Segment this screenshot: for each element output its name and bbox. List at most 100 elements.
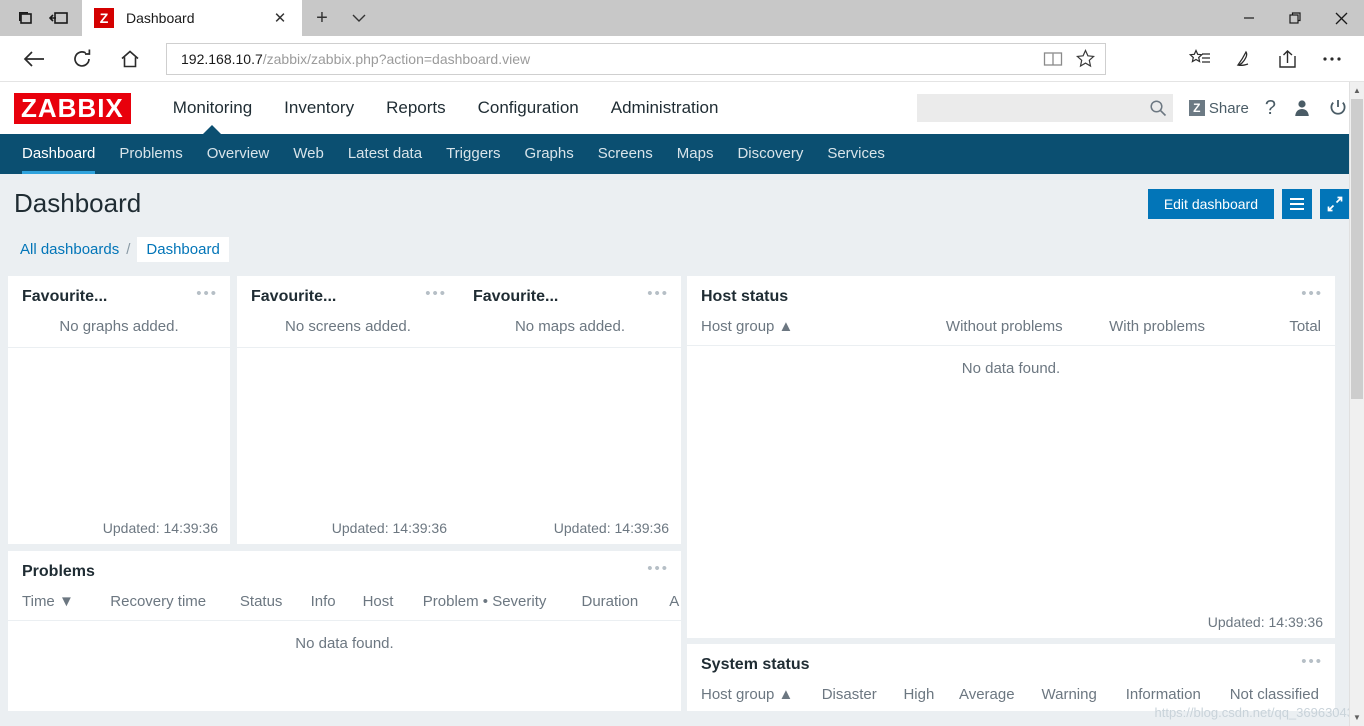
scroll-up-icon[interactable]: ▲ — [1350, 82, 1364, 99]
maximize-button[interactable] — [1272, 0, 1318, 36]
star-icon[interactable] — [1069, 44, 1101, 74]
subnav-web[interactable]: Web — [281, 134, 336, 174]
subnav-maps[interactable]: Maps — [665, 134, 726, 174]
url-path: /zabbix/zabbix.php?action=dashboard.view — [262, 50, 531, 67]
column-duration[interactable]: Duration — [564, 591, 652, 621]
refresh-icon[interactable] — [58, 39, 106, 79]
widget-empty-message: No maps added. — [514, 318, 626, 335]
reading-view-icon[interactable] — [1037, 44, 1069, 74]
subnav-triggers[interactable]: Triggers — [434, 134, 512, 174]
browser-window: Z Dashboard ✕ + 192.168.10.7/zabbix/zabb… — [0, 0, 1364, 726]
power-icon[interactable] — [1328, 98, 1348, 118]
help-icon[interactable]: ? — [1265, 97, 1276, 120]
main-nav-inventory[interactable]: Inventory — [268, 82, 370, 134]
main-nav-reports[interactable]: Reports — [370, 82, 462, 134]
column-host-group[interactable]: Host group ▲ — [687, 684, 810, 713]
column-total[interactable]: Total — [1219, 316, 1335, 346]
widget-system-status: System status ••• Host group ▲ Disaster … — [687, 644, 1335, 711]
widget-menu-icon[interactable]: ••• — [1295, 286, 1323, 301]
tab-preview-icon[interactable] — [8, 3, 42, 33]
column-without-problems[interactable]: Without problems — [932, 316, 1077, 346]
widget-menu-icon[interactable]: ••• — [1295, 654, 1323, 669]
column-recovery-time[interactable]: Recovery time — [86, 591, 222, 621]
tab-close-icon[interactable]: ✕ — [266, 4, 294, 32]
zabbix-sub-nav: Dashboard Problems Overview Web Latest d… — [0, 134, 1364, 174]
dashboard-actions: Edit dashboard — [1147, 188, 1350, 219]
widget-body: Updated: 14:39:36 — [8, 347, 230, 544]
back-arrow-icon[interactable] — [10, 39, 58, 79]
share-icon[interactable] — [1266, 39, 1310, 79]
column-info[interactable]: Info — [295, 591, 347, 621]
widget-favourite-graphs: Favourite... ••• No graphs added. Update… — [8, 276, 230, 544]
zabbix-main-nav: Monitoring Inventory Reports Configurati… — [157, 82, 735, 134]
widget-title: Host status — [701, 288, 789, 305]
page-scrollbar[interactable]: ▲ ▼ — [1349, 82, 1364, 726]
column-information[interactable]: Information — [1110, 684, 1216, 713]
column-warning[interactable]: Warning — [1028, 684, 1110, 713]
column-problem-severity[interactable]: Problem • Severity — [405, 591, 564, 621]
widget-title: Favourite... — [473, 288, 559, 305]
subnav-problems[interactable]: Problems — [107, 134, 194, 174]
chevron-down-icon[interactable] — [342, 0, 376, 36]
hub-favorites-icon[interactable] — [1178, 39, 1222, 79]
subnav-graphs[interactable]: Graphs — [513, 134, 586, 174]
main-nav-configuration[interactable]: Configuration — [462, 82, 595, 134]
search-input[interactable] — [926, 100, 1149, 116]
share-button[interactable]: Z Share — [1188, 100, 1249, 117]
search-box[interactable] — [916, 94, 1173, 122]
edit-dashboard-button[interactable]: Edit dashboard — [1147, 188, 1274, 219]
scrollbar-thumb[interactable] — [1351, 99, 1363, 399]
zabbix-favicon: Z — [94, 8, 114, 28]
new-tab-button[interactable]: + — [302, 0, 342, 36]
set-tabs-aside-icon[interactable] — [42, 3, 76, 33]
column-host-group[interactable]: Host group ▲ — [687, 316, 932, 346]
column-high[interactable]: High — [889, 684, 945, 713]
column-average[interactable]: Average — [945, 684, 1028, 713]
widget-header: Favourite... ••• — [459, 276, 681, 316]
search-icon[interactable] — [1149, 99, 1167, 117]
url-text: 192.168.10.7/zabbix/zabbix.php?action=da… — [181, 51, 1037, 67]
column-time[interactable]: Time ▼ — [8, 591, 86, 621]
browser-tab[interactable]: Z Dashboard ✕ — [82, 0, 302, 36]
minimize-button[interactable] — [1226, 0, 1272, 36]
column-ack[interactable]: A — [651, 591, 681, 621]
widget-title: System status — [701, 656, 810, 673]
scroll-down-icon[interactable]: ▼ — [1350, 709, 1364, 726]
widget-menu-icon[interactable]: ••• — [641, 561, 669, 576]
subnav-discovery[interactable]: Discovery — [725, 134, 815, 174]
address-bar[interactable]: 192.168.10.7/zabbix/zabbix.php?action=da… — [166, 42, 1106, 75]
column-host[interactable]: Host — [347, 591, 405, 621]
subnav-overview[interactable]: Overview — [195, 134, 282, 174]
home-icon[interactable] — [106, 39, 154, 79]
widget-menu-icon[interactable]: ••• — [641, 286, 669, 301]
breadcrumb-all-dashboards[interactable]: All dashboards — [20, 241, 119, 258]
main-nav-monitoring[interactable]: Monitoring — [157, 82, 268, 134]
more-settings-icon[interactable] — [1310, 39, 1354, 79]
hamburger-menu-icon[interactable] — [1282, 188, 1312, 219]
subnav-screens[interactable]: Screens — [586, 134, 665, 174]
fullscreen-icon[interactable] — [1320, 188, 1350, 219]
web-note-pen-icon[interactable] — [1222, 39, 1266, 79]
column-status[interactable]: Status — [222, 591, 295, 621]
column-with-problems[interactable]: With problems — [1077, 316, 1219, 346]
subnav-latest-data[interactable]: Latest data — [336, 134, 434, 174]
table-header-row: Host group ▲ Disaster High Average Warni… — [687, 684, 1335, 713]
column-not-classified[interactable]: Not classified — [1216, 684, 1335, 713]
close-window-button[interactable] — [1318, 0, 1364, 36]
host-status-table: Host group ▲ Without problems With probl… — [687, 316, 1335, 391]
subnav-services[interactable]: Services — [815, 134, 897, 174]
tab-strip: Z Dashboard ✕ + — [82, 0, 376, 36]
widget-menu-icon[interactable]: ••• — [419, 286, 447, 301]
window-controls — [1226, 0, 1364, 36]
subnav-dashboard[interactable]: Dashboard — [10, 134, 107, 174]
user-icon[interactable] — [1292, 98, 1312, 118]
column-disaster[interactable]: Disaster — [810, 684, 890, 713]
widget-menu-icon[interactable]: ••• — [190, 286, 218, 301]
widget-updated-time: Updated: 14:39:36 — [553, 520, 669, 536]
breadcrumb-current[interactable]: Dashboard — [137, 237, 229, 262]
navbar-right-actions — [1178, 39, 1354, 79]
main-nav-administration[interactable]: Administration — [595, 82, 735, 134]
zabbix-logo[interactable]: ZABBIX — [14, 92, 131, 124]
no-data-message: No data found. — [8, 620, 681, 666]
widget-header: Problems ••• — [8, 551, 681, 591]
